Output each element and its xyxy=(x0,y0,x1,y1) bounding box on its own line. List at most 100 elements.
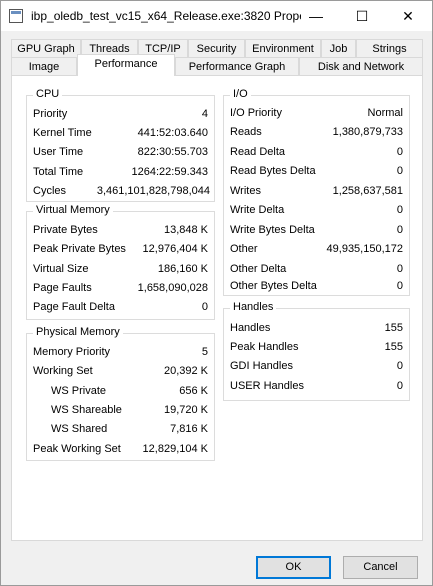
virtual-memory-group: Virtual Memory Private Bytes 13,848 K Pe… xyxy=(26,204,215,320)
minimize-button[interactable]: — xyxy=(293,1,339,31)
window-title: ibp_oledb_test_vc15_x64_Release.exe:3820… xyxy=(31,9,301,23)
vm-label: Virtual Size xyxy=(33,263,89,275)
io-value: 1,380,879,733 xyxy=(332,126,403,138)
handles-row-peak-handles: Peak Handles 155 xyxy=(224,338,409,357)
handles-value: 155 xyxy=(384,341,403,353)
io-label: I/O Priority xyxy=(230,107,282,119)
close-button[interactable]: ✕ xyxy=(385,1,431,31)
pm-row-ws-private: WS Private 656 K xyxy=(27,382,214,401)
tab-gpu-graph[interactable]: GPU Graph xyxy=(11,39,81,58)
handles-group: Handles Handles 155 Peak Handles 155 GDI… xyxy=(223,301,410,401)
io-row-read-bytes-delta: Read Bytes Delta 0 xyxy=(224,162,409,181)
vm-value: 12,976,404 K xyxy=(142,243,208,255)
vm-label: Page Faults xyxy=(33,282,92,294)
handles-group-title: Handles xyxy=(230,301,277,313)
cpu-row-cycles: Cycles 3,461,101,828,798,044 xyxy=(27,182,214,201)
pm-row-working-set: Working Set 20,392 K xyxy=(27,362,214,381)
io-group-title: I/O xyxy=(230,88,251,100)
pm-value: 20,392 K xyxy=(163,365,208,377)
io-row-reads: Reads 1,380,879,733 xyxy=(224,123,409,142)
cpu-row-total-time: Total Time 1264:22:59.343 xyxy=(27,163,214,182)
io-row-write-delta: Write Delta 0 xyxy=(224,201,409,220)
io-row-io-priority: I/O Priority Normal xyxy=(224,104,409,123)
io-label: Read Delta xyxy=(230,146,286,158)
handles-label: GDI Handles xyxy=(230,360,293,372)
cpu-row-kernel-time: Kernel Time 441:52:03.640 xyxy=(27,124,214,143)
cpu-group: CPU Priority 4 Kernel Time 441:52:03.640… xyxy=(26,88,215,202)
properties-window: ibp_oledb_test_vc15_x64_Release.exe:3820… xyxy=(0,0,433,586)
handles-value: 155 xyxy=(384,322,403,334)
io-row-read-delta: Read Delta 0 xyxy=(224,143,409,162)
title-bar[interactable]: ibp_oledb_test_vc15_x64_Release.exe:3820… xyxy=(1,1,432,31)
application-icon xyxy=(9,9,23,23)
handles-label: USER Handles xyxy=(230,380,304,392)
vm-value: 0 xyxy=(201,301,208,313)
pm-value: 12,829,104 K xyxy=(142,443,208,455)
pm-label: WS Shared xyxy=(51,423,108,435)
cpu-value: 822:30:55.703 xyxy=(137,146,208,158)
io-label: Read Bytes Delta xyxy=(230,165,316,177)
pm-label: Memory Priority xyxy=(33,346,111,358)
physical-memory-group: Physical Memory Memory Priority 5 Workin… xyxy=(26,326,215,461)
cpu-value: 441:52:03.640 xyxy=(137,127,208,139)
cpu-row-priority: Priority 4 xyxy=(27,105,214,124)
io-label: Write Bytes Delta xyxy=(230,224,315,236)
cpu-group-title: CPU xyxy=(33,88,63,100)
tab-performance-graph[interactable]: Performance Graph xyxy=(175,57,299,76)
cpu-row-user-time: User Time 822:30:55.703 xyxy=(27,143,214,162)
io-label: Writes xyxy=(230,185,261,197)
vm-label: Page Fault Delta xyxy=(33,301,115,313)
pm-row-ws-shared: WS Shared 7,816 K xyxy=(27,420,214,439)
io-label: Other xyxy=(230,243,258,255)
pm-value: 5 xyxy=(201,346,208,358)
cpu-label: Kernel Time xyxy=(33,127,92,139)
ok-button[interactable]: OK xyxy=(256,556,331,579)
io-row-writes: Writes 1,258,637,581 xyxy=(224,182,409,201)
tab-strings[interactable]: Strings xyxy=(356,39,423,58)
maximize-button[interactable]: ☐ xyxy=(339,1,385,31)
vm-row-virtual-size: Virtual Size 186,160 K xyxy=(27,260,214,279)
io-row-other-bytes-delta: Other Bytes Delta 0 xyxy=(224,277,409,296)
tab-image[interactable]: Image xyxy=(11,57,77,76)
io-label: Write Delta xyxy=(230,204,285,216)
cpu-label: Priority xyxy=(33,108,68,120)
vm-label: Private Bytes xyxy=(33,224,98,236)
physical-memory-group-title: Physical Memory xyxy=(33,326,123,338)
vm-row-peak-private-bytes: Peak Private Bytes 12,976,404 K xyxy=(27,240,214,259)
pm-label: Peak Working Set xyxy=(33,443,121,455)
io-row-write-bytes-delta: Write Bytes Delta 0 xyxy=(224,221,409,240)
vm-row-page-faults: Page Faults 1,658,090,028 xyxy=(27,279,214,298)
io-value: Normal xyxy=(367,107,403,119)
pm-value: 7,816 K xyxy=(170,423,208,435)
vm-value: 186,160 K xyxy=(157,263,208,275)
io-value: 0 xyxy=(396,204,403,216)
pm-row-ws-shareable: WS Shareable 19,720 K xyxy=(27,401,214,420)
cancel-button[interactable]: Cancel xyxy=(343,556,418,579)
cpu-value: 4 xyxy=(201,108,208,120)
handles-row-handles: Handles 155 xyxy=(224,319,409,338)
tab-performance[interactable]: Performance xyxy=(77,54,175,76)
tab-security[interactable]: Security xyxy=(188,39,245,58)
io-label: Other Bytes Delta xyxy=(230,280,317,292)
io-label: Reads xyxy=(230,126,262,138)
io-value: 1,258,637,581 xyxy=(332,185,403,197)
pm-row-peak-working-set: Peak Working Set 12,829,104 K xyxy=(27,440,214,459)
io-value: 0 xyxy=(396,280,403,292)
performance-panel: CPU Priority 4 Kernel Time 441:52:03.640… xyxy=(11,75,423,541)
tab-job[interactable]: Job xyxy=(321,39,356,58)
vm-row-page-fault-delta: Page Fault Delta 0 xyxy=(27,298,214,317)
cpu-label: Cycles xyxy=(33,185,67,197)
pm-label: WS Shareable xyxy=(51,404,122,416)
pm-value: 656 K xyxy=(179,385,208,397)
tab-environment[interactable]: Environment xyxy=(245,39,321,58)
pm-label: WS Private xyxy=(51,385,107,397)
tab-disk-and-network[interactable]: Disk and Network xyxy=(299,57,423,76)
handles-value: 0 xyxy=(396,360,403,372)
handles-row-gdi-handles: GDI Handles 0 xyxy=(224,357,409,376)
io-row-other: Other 49,935,150,172 xyxy=(224,240,409,259)
vm-row-private-bytes: Private Bytes 13,848 K xyxy=(27,221,214,240)
cpu-label: Total Time xyxy=(33,166,84,178)
cpu-label: User Time xyxy=(33,146,84,158)
pm-label: Working Set xyxy=(33,365,93,377)
vm-value: 13,848 K xyxy=(163,224,208,236)
